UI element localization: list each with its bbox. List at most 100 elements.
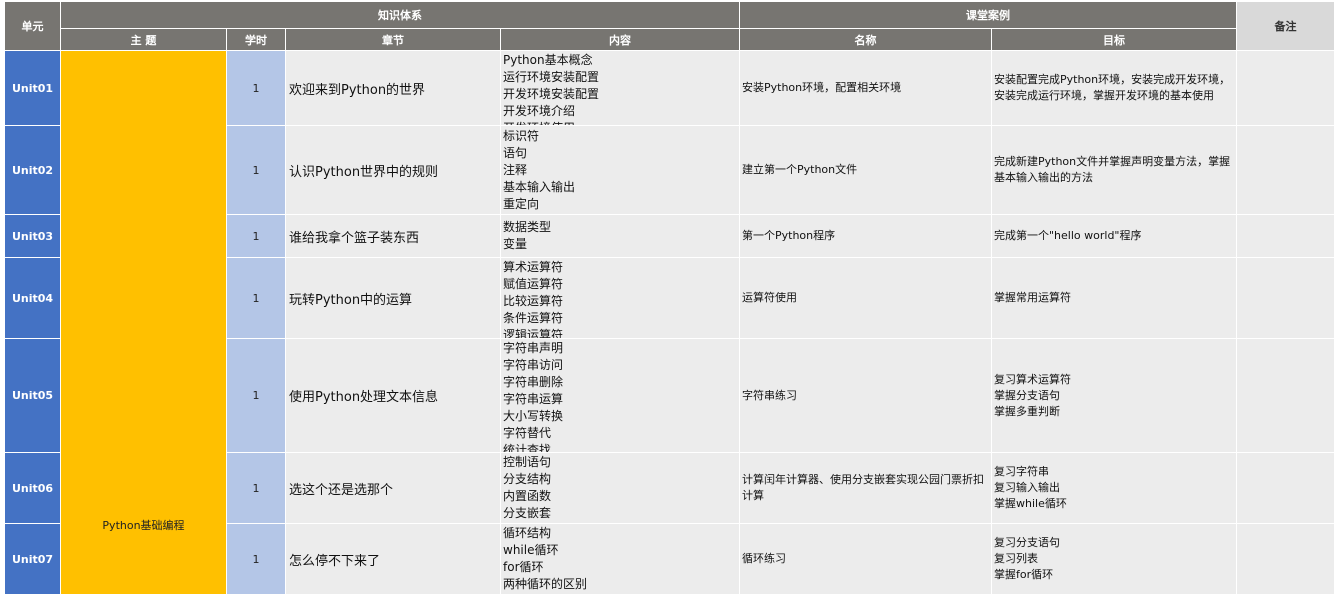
goal-line: 复习列表 bbox=[994, 552, 1038, 565]
content-line: 注释 bbox=[503, 162, 528, 177]
chapter-cell: 谁给我拿个篮子装东西 bbox=[285, 214, 501, 258]
case-name-cell: 计算闰年计算器、使用分支嵌套实现公园门票折扣计算 bbox=[739, 452, 992, 524]
chapter-cell: 使用Python处理文本信息 bbox=[285, 338, 501, 453]
content-line: while循环 bbox=[503, 543, 559, 557]
content-line: 大小写转换 bbox=[503, 408, 564, 423]
goal-line: 安装完成运行环境，掌握开发环境的基本使用 bbox=[994, 89, 1214, 102]
header-knowledge-system: 知识体系 bbox=[60, 1, 740, 29]
goal-line: 掌握多重判断 bbox=[994, 404, 1060, 418]
content-cell: 数据类型 变量 bbox=[500, 214, 740, 258]
content-line: 标识符 bbox=[503, 128, 540, 143]
table-body: Unit01 Python基础编程 1 欢迎来到Python的世界 Python基本概念… bbox=[4, 50, 1334, 595]
unit-cell: Unit03 bbox=[4, 214, 61, 258]
content-line: 分支结构 bbox=[503, 472, 552, 486]
unit-cell: Unit01 bbox=[4, 50, 61, 126]
curriculum-table: 单元 知识体系 课堂案例 备注 主 题 学时 章节 内容 名称 目标 Unit0… bbox=[4, 1, 1334, 595]
header-theme: 主 题 bbox=[60, 28, 227, 51]
content-line: 赋值运算符 bbox=[503, 276, 564, 291]
content-line: 比较运算符 bbox=[503, 293, 564, 308]
goal-line: 完成第一个"hello world"程序 bbox=[994, 229, 1142, 242]
goal-line: 复习算术运算符 bbox=[994, 372, 1071, 386]
remark-cell bbox=[1236, 338, 1334, 453]
header-class-cases: 课堂案例 bbox=[739, 1, 1237, 29]
goal-line: 复习字符串 bbox=[994, 465, 1049, 478]
content-line: 内置函数 bbox=[503, 489, 552, 503]
content-cell: 算术运算符 赋值运算符 比较运算符 条件运算符 逻辑运算符 bbox=[500, 257, 740, 339]
goal-line: 安装配置完成Python环境，安装完成开发环境， bbox=[994, 73, 1231, 86]
content-line: 字符串删除 bbox=[503, 374, 564, 389]
content-line: 循环结构 bbox=[503, 526, 552, 540]
content-line: 算术运算符 bbox=[503, 259, 564, 274]
content-line: 字符串声明 bbox=[503, 340, 564, 355]
goal-line: 复习输入输出 bbox=[994, 481, 1060, 494]
content-line: 开发环境使用 bbox=[503, 120, 739, 125]
content-line: 分支嵌套 bbox=[503, 506, 552, 520]
content-line: 字符串运算 bbox=[503, 391, 564, 406]
header-hours: 学时 bbox=[226, 28, 286, 51]
content-line: 开发环境安装配置 bbox=[503, 86, 600, 101]
remark-cell bbox=[1236, 125, 1334, 215]
hours-cell: 1 bbox=[226, 452, 286, 524]
hours-cell: 1 bbox=[226, 257, 286, 339]
content-line: 统计查找 bbox=[503, 442, 552, 452]
theme-label: Python基础编程 bbox=[102, 519, 185, 532]
theme-cell: Python基础编程 bbox=[60, 50, 227, 595]
remark-cell bbox=[1236, 452, 1334, 524]
case-goal-cell: 复习算术运算符 掌握分支语句 掌握多重判断 bbox=[991, 338, 1237, 453]
goal-line: 掌握for循环 bbox=[994, 568, 1054, 581]
case-goal-cell: 完成新建Python文件并掌握声明变量方法，掌握 基本输入输出的方法 bbox=[991, 125, 1237, 215]
content-cell: Python基本概念运行环境安装配置开发环境安装配置开发环境介绍开发环境使用 bbox=[500, 50, 740, 126]
header-case-goal: 目标 bbox=[991, 28, 1237, 51]
chapter-cell: 欢迎来到Python的世界 bbox=[285, 50, 501, 126]
chapter-cell: 怎么停不下来了 bbox=[285, 523, 501, 595]
content-line: 两种循环的区别 bbox=[503, 577, 588, 591]
table-row: Unit01 Python基础编程 1 欢迎来到Python的世界 Python基本概念… bbox=[4, 50, 1334, 595]
goal-line: 掌握分支语句 bbox=[994, 388, 1060, 402]
goal-line: 完成新建Python文件并掌握声明变量方法，掌握 bbox=[994, 155, 1231, 168]
case-name-cell: 建立第一个Python文件 bbox=[739, 125, 992, 215]
case-name-cell: 安装Python环境，配置相关环境 bbox=[739, 50, 992, 126]
content-line: 运行环境安装配置 bbox=[503, 69, 600, 84]
case-goal-cell: 完成第一个"hello world"程序 bbox=[991, 214, 1237, 258]
hours-cell: 1 bbox=[226, 50, 286, 126]
hours-cell: 1 bbox=[226, 125, 286, 215]
content-line: 字符串访问 bbox=[503, 357, 564, 372]
case-goal-cell: 安装配置完成Python环境，安装完成开发环境， 安装完成运行环境，掌握开发环境的… bbox=[991, 50, 1237, 126]
content-line: 开发环境介绍 bbox=[503, 103, 576, 118]
header-remark: 备注 bbox=[1236, 1, 1334, 51]
case-name-cell: 运算符使用 bbox=[739, 257, 992, 339]
goal-line: 基本输入输出的方法 bbox=[994, 171, 1093, 184]
content-line: 数据类型 bbox=[503, 220, 552, 234]
case-goal-cell: 掌握常用运算符 bbox=[991, 257, 1237, 339]
remark-cell bbox=[1236, 257, 1334, 339]
unit-cell: Unit06 bbox=[4, 452, 61, 524]
content-line: 语句 bbox=[503, 145, 528, 160]
hours-cell: 1 bbox=[226, 214, 286, 258]
remark-cell bbox=[1236, 50, 1334, 126]
content-line: 基本输入输出 bbox=[503, 179, 576, 194]
content-cell: 循环结构 while循环 for循环 两种循环的区别 bbox=[500, 523, 740, 595]
remark-cell bbox=[1236, 523, 1334, 595]
unit-cell: Unit07 bbox=[4, 523, 61, 595]
case-goal-cell: 复习分支语句 复习列表 掌握for循环 bbox=[991, 523, 1237, 595]
content-cell: 控制语句分支结构内置函数分支嵌套 bbox=[500, 452, 740, 524]
unit-cell: Unit02 bbox=[4, 125, 61, 215]
content-line: Python基本概念 bbox=[503, 52, 593, 67]
goal-line: 掌握while循环 bbox=[994, 497, 1067, 510]
chapter-cell: 认识Python世界中的规则 bbox=[285, 125, 501, 215]
case-name-cell: 第一个Python程序 bbox=[739, 214, 992, 258]
hours-cell: 1 bbox=[226, 523, 286, 595]
header-chapter: 章节 bbox=[285, 28, 501, 51]
content-line: 控制语句 bbox=[503, 455, 552, 469]
header-case-name: 名称 bbox=[739, 28, 992, 51]
hours-cell: 1 bbox=[226, 338, 286, 453]
chapter-cell: 选这个还是选那个 bbox=[285, 452, 501, 524]
case-goal-cell: 复习字符串复习输入输出 掌握while循环 bbox=[991, 452, 1237, 524]
chapter-cell: 玩转Python中的运算 bbox=[285, 257, 501, 339]
header-content: 内容 bbox=[500, 28, 740, 51]
unit-cell: Unit05 bbox=[4, 338, 61, 453]
content-line: 重定向 bbox=[503, 196, 540, 211]
content-cell: 字符串声明字符串访问字符串删除字符串运算大小写转换字符替代统计查找 bbox=[500, 338, 740, 453]
content-line: 字符替代 bbox=[503, 425, 552, 440]
content-line: 条件运算符 bbox=[503, 310, 564, 325]
